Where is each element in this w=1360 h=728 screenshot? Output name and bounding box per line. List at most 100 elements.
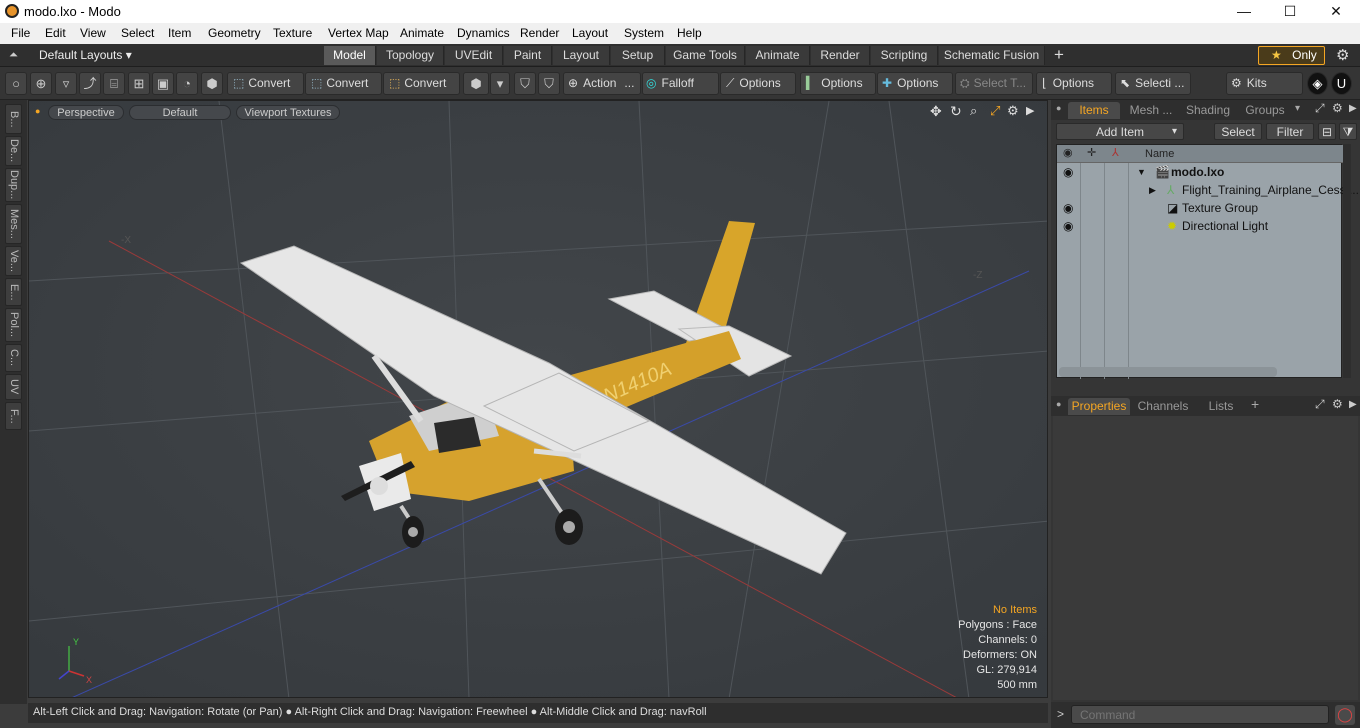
menu-layout[interactable]: Layout: [572, 26, 608, 40]
tool-tab-mesh-edit[interactable]: Mes...: [5, 204, 22, 244]
rotate-icon[interactable]: ↻: [950, 103, 962, 120]
center-select-icon[interactable]: ▣: [152, 72, 174, 95]
eye-icon[interactable]: ◉: [1063, 199, 1073, 217]
tabs-dropdown-chevron-icon[interactable]: ▾: [1295, 103, 1300, 114]
vertical-scrollbar[interactable]: [1343, 144, 1351, 378]
expand-arrow-icon[interactable]: ▶: [1149, 181, 1156, 199]
list-item-directional-light[interactable]: ◉ ✹ Directional Light: [1057, 217, 1343, 235]
tool-tab-curve[interactable]: C...: [5, 344, 22, 372]
viewport-menu-arrow-icon[interactable]: ▶: [1026, 104, 1034, 117]
tab-model[interactable]: Model: [324, 46, 376, 65]
tab-scripting[interactable]: Scripting: [871, 46, 938, 65]
convert-button-2[interactable]: ⬚ Convert: [305, 72, 382, 95]
menu-view[interactable]: View: [80, 26, 106, 40]
menu-select[interactable]: Select: [121, 26, 154, 40]
menu-system[interactable]: System: [624, 26, 664, 40]
kits-button[interactable]: ⚙ Kits: [1226, 72, 1303, 95]
material-select-icon[interactable]: ⌸: [103, 72, 125, 95]
pivot-select-icon[interactable]: ⊞: [128, 72, 150, 95]
selection-sets-button[interactable]: ⬉ Selecti ...: [1115, 72, 1191, 95]
tool-tab-uv[interactable]: UV: [5, 374, 22, 400]
tab-mesh[interactable]: Mesh ...: [1124, 102, 1178, 119]
properties-dot-icon[interactable]: ●: [1056, 399, 1061, 409]
menu-geometry[interactable]: Geometry: [208, 26, 261, 40]
menu-animate[interactable]: Animate: [400, 26, 444, 40]
tab-shading[interactable]: Shading: [1180, 102, 1236, 119]
cube-icon[interactable]: ⬢: [201, 72, 223, 95]
eye-icon[interactable]: ◉: [1063, 217, 1073, 235]
tab-groups[interactable]: Groups: [1238, 102, 1292, 119]
tool-tab-basic[interactable]: B...: [5, 104, 22, 134]
primitive-dropdown-chevron-icon[interactable]: ▾: [490, 72, 510, 95]
default-layouts-dropdown[interactable]: Default Layouts ▾: [39, 48, 132, 62]
menu-help[interactable]: Help: [677, 26, 702, 40]
menu-texture[interactable]: Texture: [273, 26, 312, 40]
unreal-icon[interactable]: U: [1331, 72, 1352, 95]
item-select-icon[interactable]: ⤴: [79, 72, 101, 95]
record-macro-icon[interactable]: ◯: [1335, 705, 1355, 725]
tab-animate[interactable]: Animate: [746, 46, 810, 65]
edge-select-icon[interactable]: ⊕: [30, 72, 52, 95]
filter-button[interactable]: Filter: [1266, 123, 1314, 140]
primitive-cube-icon[interactable]: ⬢: [463, 72, 489, 95]
eye-icon[interactable]: ◉: [1063, 163, 1073, 181]
close-button[interactable]: ✕: [1313, 0, 1359, 23]
tab-properties[interactable]: Properties: [1068, 398, 1130, 415]
menu-render[interactable]: Render: [520, 26, 559, 40]
tool-tab-edge[interactable]: E...: [5, 278, 22, 306]
add-layout-tab-button[interactable]: +: [1054, 45, 1064, 65]
snap-options-button[interactable]: ▍ Options: [800, 72, 876, 95]
panel-expand-icon[interactable]: ⤢: [1315, 101, 1325, 116]
tool-tab-duplicate[interactable]: Dup...: [5, 168, 22, 202]
tab-topology[interactable]: Topology: [377, 46, 444, 65]
add-properties-tab-button[interactable]: +: [1251, 396, 1259, 412]
convert-button-1[interactable]: ⬚ Convert: [227, 72, 304, 95]
zoom-icon[interactable]: ⌕: [970, 103, 977, 119]
tab-render[interactable]: Render: [811, 46, 870, 65]
list-item-flight-airplane[interactable]: ▶ ⅄ Flight_Training_Airplane_Cess ...: [1057, 181, 1359, 199]
horizontal-scrollbar[interactable]: [1059, 367, 1277, 377]
layout-gear-icon[interactable]: ⚙: [1336, 46, 1349, 64]
tab-setup[interactable]: Setup: [611, 46, 665, 65]
collapse-icon[interactable]: ⊟: [1318, 123, 1336, 140]
falloff-select-icon[interactable]: ◔: [176, 72, 198, 95]
panel-gear-icon[interactable]: ⚙: [1332, 101, 1343, 115]
properties-expand-icon[interactable]: ⤢: [1315, 397, 1325, 412]
polygon-select-icon[interactable]: ▿: [55, 72, 77, 95]
selection-options-button[interactable]: ⌊ Options: [1036, 72, 1112, 95]
minimize-button[interactable]: —: [1221, 0, 1267, 23]
viewport-dot-icon[interactable]: ●: [35, 106, 40, 116]
panel-arrow-icon[interactable]: ▶: [1349, 103, 1357, 114]
properties-arrow-icon[interactable]: ▶: [1349, 399, 1357, 410]
funnel-filter-icon[interactable]: ⧩: [1339, 123, 1357, 140]
layout-up-icon[interactable]: ⏶: [9, 49, 18, 62]
tab-channels[interactable]: Channels: [1133, 398, 1193, 415]
viewport-textures-button[interactable]: Viewport Textures: [236, 105, 340, 120]
transform-options-button[interactable]: ✚ Options: [877, 72, 953, 95]
maximize-viewport-icon[interactable]: ⤢: [990, 103, 1000, 119]
command-input[interactable]: [1071, 705, 1329, 724]
workplane-shield-icon[interactable]: ⛉: [538, 72, 560, 95]
tab-uvedit[interactable]: UVEdit: [445, 46, 503, 65]
menu-dynamics[interactable]: Dynamics: [457, 26, 510, 40]
only-toggle[interactable]: ★ Only: [1258, 46, 1325, 65]
action-center-button[interactable]: ⊕ Action...: [563, 72, 641, 95]
list-item-texture-group[interactable]: ◉ ◪ Texture Group: [1057, 199, 1343, 217]
menu-edit[interactable]: Edit: [45, 26, 66, 40]
tool-tab-deform[interactable]: De...: [5, 136, 22, 166]
maximize-button[interactable]: ☐: [1267, 0, 1313, 23]
tool-tab-fusion[interactable]: F...: [5, 402, 22, 430]
tab-items[interactable]: Items: [1068, 102, 1120, 119]
tab-lists[interactable]: Lists: [1196, 398, 1246, 415]
add-item-button[interactable]: Add Item ▾: [1056, 123, 1184, 140]
convert-button-3[interactable]: ⬚ Convert: [383, 72, 460, 95]
unity-icon[interactable]: ◈: [1307, 72, 1328, 95]
properties-gear-icon[interactable]: ⚙: [1332, 397, 1343, 411]
panel-dot-icon[interactable]: ●: [1056, 103, 1061, 113]
tab-paint[interactable]: Paint: [504, 46, 552, 65]
default-style-button[interactable]: Default: [129, 105, 231, 120]
tab-game-tools[interactable]: Game Tools: [666, 46, 745, 65]
tab-layout[interactable]: Layout: [553, 46, 610, 65]
falloff-button[interactable]: ◎ Falloff: [642, 72, 719, 95]
menu-item[interactable]: Item: [168, 26, 191, 40]
